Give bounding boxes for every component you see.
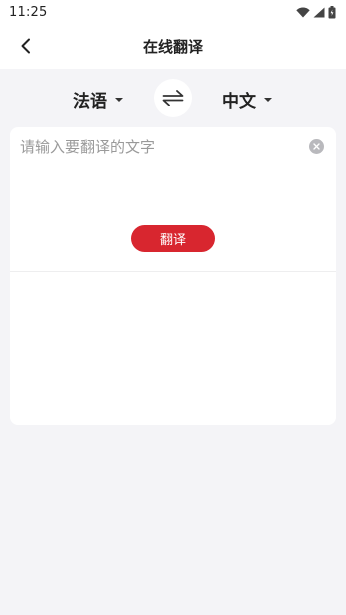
translation-output [10,272,336,425]
source-language-select[interactable]: 法语 [73,87,123,112]
source-text-input[interactable] [20,138,300,156]
translate-button[interactable]: 翻译 [131,225,215,252]
app-header: 在线翻译 [0,24,346,69]
swap-arrows-icon [162,90,184,106]
page-title: 在线翻译 [142,38,203,56]
caret-down-icon [115,98,123,102]
wifi-icon [296,7,310,17]
battery-icon [328,5,336,18]
target-language-label: 中文 [222,92,256,112]
chevron-left-icon [21,38,30,54]
back-button[interactable] [14,34,38,58]
status-bar: 11:25 [0,0,346,24]
clear-input-button[interactable] [309,139,324,154]
cellular-signal-icon [313,7,325,17]
clear-circle-icon [313,143,320,150]
caret-down-icon [264,98,272,102]
source-language-label: 法语 [73,92,107,112]
status-icons [296,5,336,19]
swap-languages-button[interactable] [154,79,192,117]
translation-card: 翻译 [10,127,336,425]
input-area: 翻译 [10,127,336,271]
status-time: 11:25 [9,4,48,20]
language-selector-row: 法语 中文 [0,77,346,119]
target-language-select[interactable]: 中文 [222,87,272,112]
